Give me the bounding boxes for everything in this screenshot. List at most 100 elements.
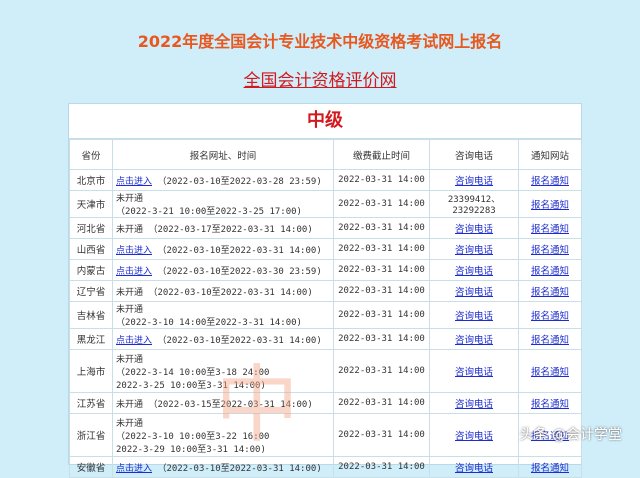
consult-phone-link[interactable]: 咨询电话 bbox=[455, 399, 493, 410]
registration-notice-link[interactable]: 报名通知 bbox=[531, 176, 569, 187]
not-open-label: 未开通 bbox=[116, 287, 144, 298]
registration-period: （2022-03-15至2022-03-31 14:00) bbox=[148, 399, 313, 410]
consult-phone-link[interactable]: 咨询电话 bbox=[455, 311, 493, 322]
fee-deadline-cell: 2022-03-31 14:00 bbox=[333, 328, 430, 350]
fee-deadline-cell: 2022-03-31 14:00 bbox=[333, 217, 430, 239]
registration-period: （2022-03-10至2022-03-28 23:59) bbox=[157, 176, 322, 187]
fee-deadline-cell: 2022-03-31 14:00 bbox=[333, 392, 430, 414]
not-open-label: 未开通 bbox=[116, 224, 144, 235]
panel-title: 中级 bbox=[69, 104, 581, 139]
phone-cell: 咨询电话 bbox=[429, 238, 519, 260]
column-header-url-time: 报名网址、时间 bbox=[112, 139, 334, 170]
not-open-label: 未开通 bbox=[116, 354, 144, 365]
enter-registration-link[interactable]: 点击进入 bbox=[116, 267, 152, 277]
registration-period: （2022-3-21 10:00至2022-3-25 17:00) bbox=[116, 207, 302, 217]
registration-notice-link[interactable]: 报名通知 bbox=[531, 399, 569, 410]
registration-cell: 未开通 （2022-3-10 10:00至3-22 16:00 2022-3-29 … bbox=[112, 413, 334, 457]
province-cell: 天津市 bbox=[69, 190, 113, 218]
enter-registration-link[interactable]: 点击进入 bbox=[116, 464, 152, 474]
registration-panel: 中级 省份 报名网址、时间 缴费截止时间 咨询电话 通知网站 北京市 点击进入 （… bbox=[68, 103, 582, 478]
phone-cell: 咨询电话 bbox=[429, 280, 519, 302]
registration-cell: 未开通 （2022-3-21 10:00至2022-3-25 17:00) bbox=[112, 190, 334, 218]
table-row: 黑龙江 点击进入 （2022-03-10至2022-03-31 14:00) 202… bbox=[69, 328, 582, 350]
table-row: 北京市 点击进入 （2022-03-10至2022-03-28 23:59) 202… bbox=[69, 169, 582, 191]
consult-phone-link[interactable]: 咨询电话 bbox=[455, 463, 493, 474]
notice-cell: 报名通知 bbox=[518, 259, 582, 281]
province-cell: 辽宁省 bbox=[69, 280, 113, 302]
registration-cell: 点击进入 （2022-03-10至2022-03-31 14:00) bbox=[112, 456, 334, 478]
phone-numbers: 23399412、23292283 bbox=[447, 195, 501, 216]
registration-period: （2022-03-10至2022-03-31 14:00) bbox=[148, 287, 313, 298]
registration-period: （2022-03-17至2022-03-31 14:00) bbox=[148, 224, 313, 235]
registration-period-second: 2022-3-25 10:00至3-31 14:00) bbox=[116, 380, 266, 391]
registration-notice-link[interactable]: 报名通知 bbox=[531, 463, 569, 474]
table-row: 上海市 未开通 （2022-3-14 10:00至3-18 24:00 2022-3-… bbox=[69, 349, 582, 393]
consult-phone-link[interactable]: 咨询电话 bbox=[455, 266, 493, 277]
fee-deadline-cell: 2022-03-31 14:00 bbox=[333, 301, 430, 329]
registration-notice-link[interactable]: 报名通知 bbox=[531, 335, 569, 346]
table-row: 山西省 点击进入 （2022-03-10至2022-03-31 14:00) 202… bbox=[69, 238, 582, 260]
fee-deadline-cell: 2022-03-31 14:00 bbox=[333, 190, 430, 218]
consult-phone-link[interactable]: 咨询电话 bbox=[455, 431, 493, 442]
source-credit: 头条 @会计学堂 bbox=[519, 427, 622, 443]
phone-cell: 23399412、23292283 bbox=[429, 190, 519, 218]
notice-cell: 报名通知 bbox=[518, 238, 582, 260]
fee-deadline-cell: 2022-03-31 14:00 bbox=[333, 413, 430, 457]
registration-cell: 未开通 （2022-3-14 10:00至3-18 24:00 2022-3-25 … bbox=[112, 349, 334, 393]
province-cell: 江苏省 bbox=[69, 392, 113, 414]
table-row: 天津市 未开通 （2022-3-21 10:00至2022-3-25 17:00) 2… bbox=[69, 190, 582, 218]
enter-registration-link[interactable]: 点击进入 bbox=[116, 177, 152, 187]
registration-notice-link[interactable]: 报名通知 bbox=[531, 266, 569, 277]
fee-deadline-cell: 2022-03-31 14:00 bbox=[333, 169, 430, 191]
province-cell: 上海市 bbox=[69, 349, 113, 393]
fee-deadline-cell: 2022-03-31 14:00 bbox=[333, 349, 430, 393]
registration-notice-link[interactable]: 报名通知 bbox=[531, 311, 569, 322]
province-cell: 黑龙江 bbox=[69, 328, 113, 350]
registration-cell: 点击进入 （2022-03-10至2022-03-31 14:00) bbox=[112, 238, 334, 260]
registration-notice-link[interactable]: 报名通知 bbox=[531, 200, 569, 211]
table-body: 北京市 点击进入 （2022-03-10至2022-03-28 23:59) 202… bbox=[69, 169, 582, 478]
table-header-row: 省份 报名网址、时间 缴费截止时间 咨询电话 通知网站 bbox=[69, 139, 582, 170]
evaluation-site-link[interactable]: 全国会计资格评价网 bbox=[0, 66, 640, 91]
phone-cell: 咨询电话 bbox=[429, 413, 519, 457]
enter-registration-link[interactable]: 点击进入 bbox=[116, 246, 152, 256]
province-cell: 北京市 bbox=[69, 169, 113, 191]
registration-period: （2022-03-10至2022-03-30 23:59) bbox=[157, 266, 322, 277]
phone-cell: 咨询电话 bbox=[429, 259, 519, 281]
registration-table: 省份 报名网址、时间 缴费截止时间 咨询电话 通知网站 北京市 点击进入 （202… bbox=[69, 139, 582, 478]
notice-cell: 报名通知 bbox=[518, 456, 582, 478]
column-header-province: 省份 bbox=[69, 139, 113, 170]
column-header-notice: 通知网站 bbox=[518, 139, 582, 170]
registration-cell: 未开通 （2022-03-15至2022-03-31 14:00) bbox=[112, 392, 334, 414]
registration-cell: 点击进入 （2022-03-10至2022-03-28 23:59) bbox=[112, 169, 334, 191]
phone-cell: 咨询电话 bbox=[429, 301, 519, 329]
table-row: 安徽省 点击进入 （2022-03-10至2022-03-31 14:00) 202… bbox=[69, 456, 582, 478]
not-open-label: 未开通 bbox=[116, 418, 144, 429]
registration-notice-link[interactable]: 报名通知 bbox=[531, 367, 569, 378]
fee-deadline-cell: 2022-03-31 14:00 bbox=[333, 456, 430, 478]
table-row: 吉林省 未开通 （2022-3-10 14:00至2022-3-31 14:00) 2… bbox=[69, 301, 582, 329]
consult-phone-link[interactable]: 咨询电话 bbox=[455, 224, 493, 235]
registration-period: （2022-03-10至2022-03-31 14:00) bbox=[157, 245, 322, 256]
enter-registration-link[interactable]: 点击进入 bbox=[116, 336, 152, 346]
consult-phone-link[interactable]: 咨询电话 bbox=[455, 367, 493, 378]
consult-phone-link[interactable]: 咨询电话 bbox=[455, 176, 493, 187]
table-row: 内蒙古 点击进入 （2022-03-10至2022-03-30 23:59) 202… bbox=[69, 259, 582, 281]
consult-phone-link[interactable]: 咨询电话 bbox=[455, 245, 493, 256]
registration-period: （2022-3-10 14:00至2022-3-31 14:00) bbox=[116, 318, 302, 328]
phone-cell: 咨询电话 bbox=[429, 217, 519, 239]
registration-notice-link[interactable]: 报名通知 bbox=[531, 245, 569, 256]
consult-phone-link[interactable]: 咨询电话 bbox=[455, 287, 493, 298]
column-header-phone: 咨询电话 bbox=[429, 139, 519, 170]
province-cell: 内蒙古 bbox=[69, 259, 113, 281]
consult-phone-link[interactable]: 咨询电话 bbox=[455, 335, 493, 346]
registration-notice-link[interactable]: 报名通知 bbox=[531, 287, 569, 298]
registration-period: （2022-03-10至2022-03-31 14:00) bbox=[157, 335, 322, 346]
notice-cell: 报名通知 bbox=[518, 328, 582, 350]
registration-notice-link[interactable]: 报名通知 bbox=[531, 224, 569, 235]
registration-cell: 未开通 （2022-03-10至2022-03-31 14:00) bbox=[112, 280, 334, 302]
notice-cell: 报名通知 bbox=[518, 392, 582, 414]
phone-cell: 咨询电话 bbox=[429, 169, 519, 191]
province-cell: 浙江省 bbox=[69, 413, 113, 457]
page-headline: 2022年度全国会计专业技术中级资格考试网上报名 bbox=[137, 32, 503, 51]
